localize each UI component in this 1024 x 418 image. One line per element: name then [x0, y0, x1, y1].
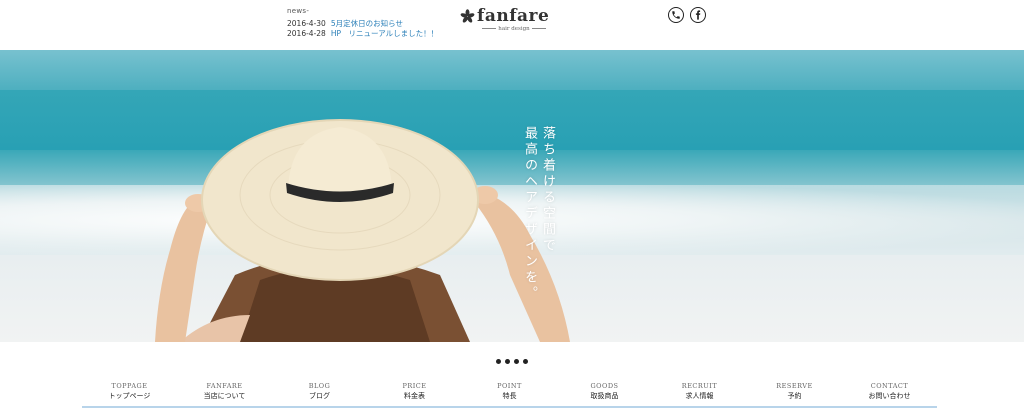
- nav-label-ja: トップページ: [108, 392, 151, 400]
- nav-item-toppage[interactable]: TOPPAGE トップページ: [82, 382, 177, 408]
- nav-label-en: BLOG: [308, 382, 331, 390]
- nav-label-ja: 当店について: [203, 392, 246, 400]
- nav-item-goods[interactable]: GOODS 取扱商品: [557, 382, 652, 408]
- nav-label-ja: 特長: [502, 392, 517, 400]
- logo-name: fanfare: [477, 6, 550, 26]
- global-nav: TOPPAGE トップページ FANFARE 当店について BLOG ブログ P…: [82, 382, 937, 408]
- hero-slider[interactable]: 落ち着ける空間で 最高のヘアデザインを。: [0, 50, 1024, 342]
- nav-label-ja: 取扱商品: [590, 392, 619, 400]
- news-link[interactable]: HP リニューアルしました！！: [331, 29, 438, 38]
- nav-item-price[interactable]: PRICE 料金表: [367, 382, 462, 408]
- news-date: 2016-4-28: [287, 29, 326, 38]
- nav-item-recruit[interactable]: RECRUIT 求人情報: [652, 382, 747, 408]
- facebook-button[interactable]: [690, 7, 706, 23]
- site-header: news- 2016-4-30 5月定休日のお知らせ 2016-4-28 HP リニ…: [0, 0, 1024, 50]
- nav-label-ja: ブログ: [309, 392, 330, 400]
- flower-icon: [460, 9, 475, 23]
- nav-item-contact[interactable]: CONTACT お問い合わせ: [842, 382, 937, 408]
- nav-label-en: TOPPAGE: [111, 382, 148, 390]
- nav-item-fanfare[interactable]: FANFARE 当店について: [177, 382, 272, 408]
- phone-button[interactable]: [668, 7, 684, 23]
- nav-label-ja: 予約: [787, 392, 802, 400]
- nav-item-reserve[interactable]: RESERVE 予約: [747, 382, 842, 408]
- nav-label-en: GOODS: [590, 382, 619, 390]
- nav-label-en: POINT: [497, 382, 522, 390]
- facebook-icon: [695, 10, 701, 20]
- nav-item-point[interactable]: POINT 特長: [462, 382, 557, 408]
- nav-item-blog[interactable]: BLOG ブログ: [272, 382, 367, 408]
- phone-icon: [672, 11, 680, 19]
- site-logo[interactable]: fanfare hair design: [460, 6, 560, 32]
- nav-label-en: CONTACT: [870, 382, 909, 390]
- slider-dot[interactable]: [523, 359, 528, 364]
- slider-dots: [0, 349, 1024, 368]
- slider-dot[interactable]: [496, 359, 501, 364]
- news-date: 2016-4-30: [287, 19, 326, 28]
- nav-label-ja: お問い合わせ: [868, 392, 911, 400]
- nav-label-en: RESERVE: [776, 382, 813, 390]
- news-label: news-: [287, 7, 310, 15]
- news-item: 2016-4-28 HP リニューアルしました！！: [287, 28, 438, 39]
- slider-dot[interactable]: [505, 359, 510, 364]
- hat-woman-image: [155, 119, 570, 342]
- nav-label-en: RECRUIT: [681, 382, 718, 390]
- logo-subtitle: hair design: [478, 26, 550, 32]
- nav-label-en: FANFARE: [206, 382, 243, 390]
- nav-label-ja: 求人情報: [685, 392, 714, 400]
- news-link[interactable]: 5月定休日のお知らせ: [331, 19, 403, 28]
- slider-dot[interactable]: [514, 359, 519, 364]
- hero-catchcopy-1: 落ち着ける空間で: [540, 126, 555, 254]
- nav-label-en: PRICE: [402, 382, 427, 390]
- nav-label-ja: 料金表: [404, 392, 425, 400]
- hero-catchcopy-2: 最高のヘアデザインを。: [522, 126, 537, 302]
